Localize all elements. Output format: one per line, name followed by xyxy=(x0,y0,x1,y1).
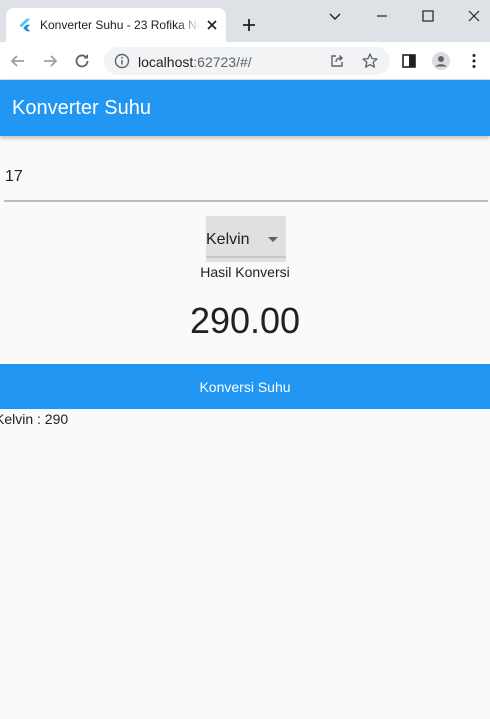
share-icon[interactable] xyxy=(328,52,346,70)
tab-close-icon[interactable] xyxy=(204,17,220,33)
profile-avatar-icon[interactable] xyxy=(431,51,451,71)
back-arrow-icon[interactable] xyxy=(8,51,28,71)
temperature-input[interactable] xyxy=(5,166,475,188)
site-info-icon[interactable] xyxy=(114,53,130,69)
reload-icon[interactable] xyxy=(72,51,92,71)
close-window-icon[interactable] xyxy=(464,6,484,26)
tab-title: Konverter Suhu - 23 Rofika Nur xyxy=(40,18,200,32)
url-text: localhost:62723/#/ xyxy=(138,54,252,70)
app-bar: Konverter Suhu xyxy=(0,80,490,136)
dropdown-underline xyxy=(206,256,286,258)
convert-button[interactable]: Konversi Suhu xyxy=(0,364,490,409)
maximize-icon[interactable] xyxy=(418,6,438,26)
history-item: Kelvin : 290 xyxy=(0,411,69,427)
temperature-input-field xyxy=(4,158,488,202)
forward-arrow-icon[interactable] xyxy=(40,51,60,71)
flutter-logo-icon xyxy=(19,18,31,32)
browser-tab-strip: Konverter Suhu - 23 Rofika Nur xyxy=(0,0,490,42)
tab-search-chevron-icon[interactable] xyxy=(325,6,345,26)
bookmark-star-icon[interactable] xyxy=(361,52,379,70)
side-panel-icon[interactable] xyxy=(399,51,419,71)
result-value: 290.00 xyxy=(189,300,301,341)
new-tab-icon[interactable] xyxy=(240,16,258,34)
browser-menu-icon[interactable] xyxy=(464,51,484,71)
dropdown-arrow-icon xyxy=(268,237,278,242)
dropdown-selected-value: Kelvin xyxy=(206,231,250,248)
address-bar[interactable]: localhost:62723/#/ xyxy=(104,47,390,75)
browser-tab[interactable]: Konverter Suhu - 23 Rofika Nur xyxy=(6,8,226,42)
result-label: Hasil Konversi xyxy=(200,264,290,280)
app-title: Konverter Suhu xyxy=(12,97,151,119)
minimize-icon[interactable] xyxy=(372,6,392,26)
unit-dropdown[interactable]: Kelvin xyxy=(206,216,286,262)
browser-toolbar: localhost:62723/#/ xyxy=(0,42,490,80)
